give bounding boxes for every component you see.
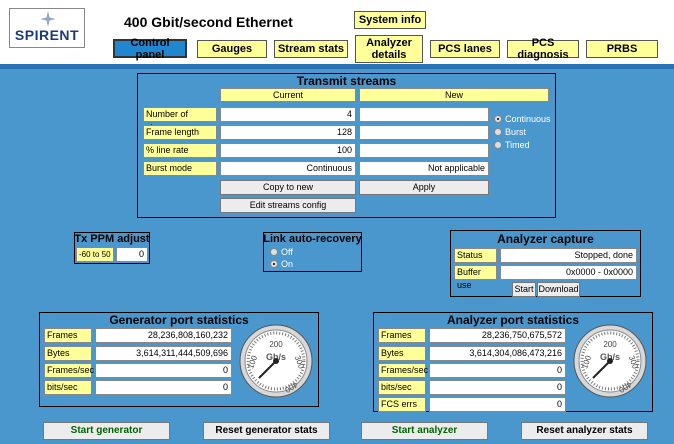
ppm-range-label: -60 to 50	[76, 247, 114, 262]
radio-icon	[494, 141, 502, 149]
link-recovery-off-radio[interactable]: Off	[270, 247, 293, 257]
mode-continuous-radio[interactable]: Continuous	[494, 114, 551, 124]
transmit-current-frame-length: 128	[220, 125, 356, 140]
mode-timed-radio[interactable]: Timed	[494, 140, 530, 150]
gauge-hub	[273, 358, 279, 364]
apply-button[interactable]: Apply	[359, 180, 489, 195]
transmit-label-line-rate: % line rate	[143, 143, 217, 158]
transmit-label-frame-length: Frame length	[143, 125, 217, 140]
tab-analyzer-details[interactable]: Analyzer details	[355, 35, 423, 63]
start-generator-button[interactable]: Start generator	[43, 422, 170, 440]
mode-burst-radio[interactable]: Burst	[494, 127, 526, 137]
generator-rate-gauge: 200 Gb/s 100 300 400	[239, 324, 313, 398]
capture-status-value: Stopped, done	[500, 248, 637, 263]
tab-pcs-lanes[interactable]: PCS lanes	[430, 40, 500, 58]
transmit-label-burst-mode: Burst mode	[143, 161, 217, 176]
transmit-current-streams: 4	[220, 107, 356, 122]
mode-timed-label: Timed	[505, 140, 530, 150]
reset-analyzer-stats-button[interactable]: Reset analyzer stats	[521, 422, 648, 440]
link-recovery-off-label: Off	[281, 247, 293, 257]
ana-bits-sec-value: 0	[429, 380, 566, 395]
transmit-col-new: New	[359, 88, 549, 102]
capture-start-button[interactable]: Start	[512, 282, 536, 297]
capture-buffer-value: 0x0000 - 0x0000	[500, 265, 637, 280]
header-divider	[0, 64, 674, 69]
gauge-hub	[607, 358, 613, 364]
transmit-new-frame-length-input[interactable]	[359, 125, 489, 140]
transmit-current-burst-mode: Continuous	[220, 161, 356, 176]
capture-download-button[interactable]: Download	[537, 282, 580, 297]
transmit-new-line-rate-input[interactable]	[359, 143, 489, 158]
tab-prbs[interactable]: PRBS	[586, 40, 658, 58]
copy-to-new-button[interactable]: Copy to new	[220, 180, 356, 195]
reset-generator-stats-button[interactable]: Reset generator stats	[203, 422, 330, 440]
transmit-new-streams-input[interactable]	[359, 107, 489, 122]
gen-frames-value: 28,236,808,160,232	[95, 328, 232, 343]
ana-frames-value: 28,236,750,675,572	[429, 328, 566, 343]
gauge-tick-200: 200	[603, 340, 617, 349]
app-title: 400 Gbit/second Ethernet	[124, 14, 293, 30]
ana-bytes-label: Bytes	[378, 346, 426, 361]
ana-bits-sec-label: bits/sec	[378, 380, 426, 395]
ana-frames-sec-label: Frames/sec	[378, 363, 428, 378]
ppm-value-input[interactable]: 0	[116, 247, 148, 262]
spirent-logo: SPIRENT	[9, 8, 85, 48]
transmit-streams-title: Transmit streams	[296, 74, 397, 88]
ana-frames-label: Frames	[378, 328, 426, 343]
gen-bytes-value: 3,614,311,444,509,696	[95, 346, 232, 361]
tab-gauges[interactable]: Gauges	[197, 40, 267, 58]
logo-star-icon	[40, 11, 56, 27]
analyzer-capture-title: Analyzer capture	[497, 232, 594, 246]
tab-stream-stats[interactable]: Stream stats	[274, 40, 348, 58]
tab-control-panel[interactable]: Control panel	[113, 37, 187, 61]
tab-analyzer-details-line2: details	[371, 49, 407, 61]
ana-frames-sec-value: 0	[429, 363, 566, 378]
transmit-label-streams: Number of streams	[143, 107, 217, 132]
transmit-current-line-rate: 100	[220, 143, 356, 158]
tab-analyzer-details-line1: Analyzer	[366, 37, 412, 49]
link-recovery-title: Link auto-recovery	[263, 233, 362, 245]
radio-icon	[270, 248, 278, 256]
start-analyzer-button[interactable]: Start analyzer	[361, 422, 488, 440]
tab-pcs-diagnosis[interactable]: PCS diagnosis	[507, 37, 579, 61]
ana-bytes-value: 3,614,304,086,473,216	[429, 346, 566, 361]
gen-bytes-label: Bytes	[44, 346, 92, 361]
link-recovery-on-label: On	[281, 259, 294, 269]
gen-frames-sec-label: Frames/sec	[44, 363, 94, 378]
capture-status-label: Status	[454, 248, 497, 263]
transmit-col-current: Current	[220, 88, 356, 102]
radio-selected-icon	[494, 115, 502, 123]
link-recovery-on-radio[interactable]: On	[270, 259, 293, 269]
radio-selected-icon	[270, 260, 278, 268]
edit-streams-config-button[interactable]: Edit streams config	[220, 198, 356, 213]
gen-bits-sec-value: 0	[95, 380, 232, 395]
logo-text: SPIRENT	[14, 27, 80, 43]
capture-buffer-label: Buffer use	[454, 265, 497, 290]
ppm-title: Tx PPM adjust	[74, 233, 150, 245]
gen-frames-label: Frames	[44, 328, 92, 343]
gauge-tick-200: 200	[269, 340, 283, 349]
mode-continuous-label: Continuous	[505, 114, 551, 124]
ana-fcs-errs-label: FCS errs	[378, 397, 426, 412]
radio-icon	[494, 128, 502, 136]
mode-burst-label: Burst	[505, 127, 527, 137]
analyzer-rate-gauge: 200 Gb/s 100 300 400	[573, 324, 647, 398]
transmit-new-burst-mode: Not applicable	[359, 161, 489, 176]
gen-frames-sec-value: 0	[95, 363, 232, 378]
tab-system-info[interactable]: System info	[354, 11, 426, 29]
gen-bits-sec-label: bits/sec	[44, 380, 92, 395]
ana-fcs-errs-value: 0	[429, 397, 566, 412]
